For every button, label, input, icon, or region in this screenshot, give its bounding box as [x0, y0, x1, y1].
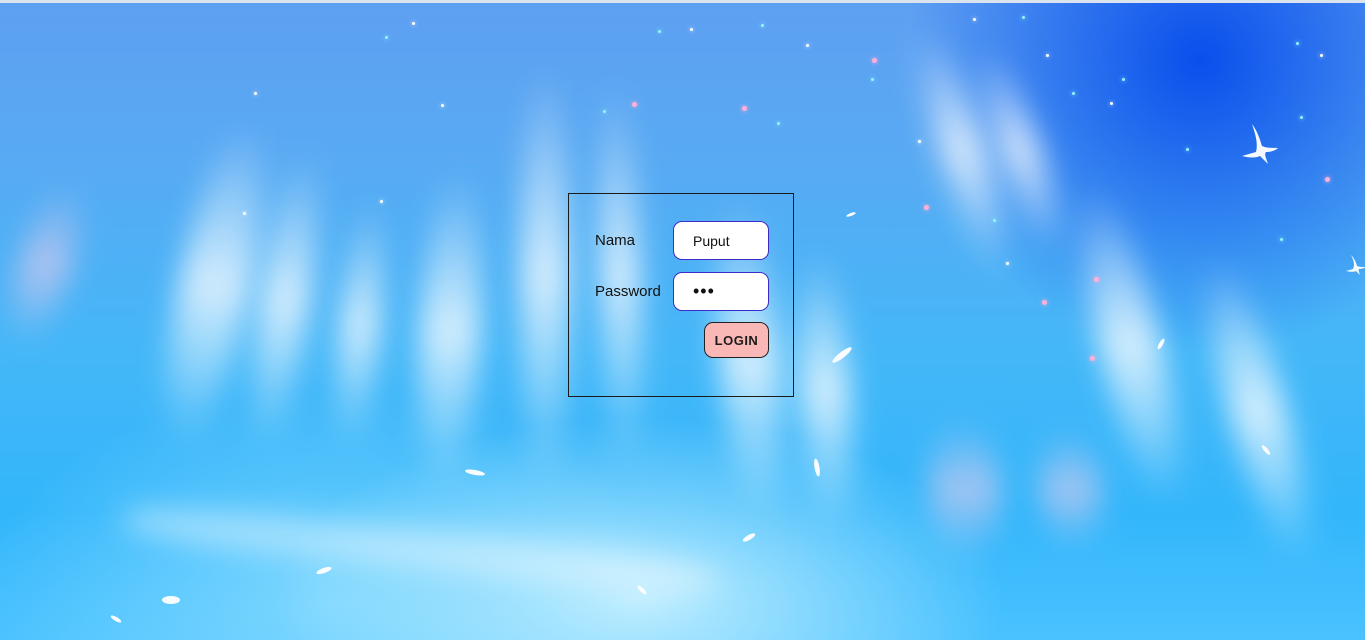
star [441, 104, 444, 107]
star [658, 30, 661, 33]
star [806, 44, 809, 47]
aurora-background: Nama Password LOGIN [0, 0, 1365, 640]
star [1320, 54, 1323, 57]
aurora-ray [922, 416, 1008, 564]
aurora-ray [1186, 248, 1329, 572]
star [1046, 54, 1049, 57]
star [918, 140, 921, 143]
star [1022, 16, 1025, 19]
star [243, 212, 246, 215]
star [1072, 92, 1075, 95]
star [603, 110, 606, 113]
star [742, 106, 747, 111]
aurora-ray [520, 60, 570, 490]
aurora-ray [411, 168, 489, 492]
petal [845, 211, 857, 218]
star [1296, 42, 1299, 45]
bird-icon [1242, 124, 1278, 164]
star [924, 205, 929, 210]
star [872, 58, 877, 63]
star [973, 18, 976, 21]
star [871, 78, 874, 81]
star [632, 102, 637, 107]
aurora-ray [0, 176, 96, 354]
star [1006, 262, 1009, 265]
star [1300, 116, 1303, 119]
aurora-ray [1033, 427, 1107, 553]
name-label: Nama [595, 232, 636, 249]
bird-icon [1346, 255, 1365, 275]
star [1122, 78, 1125, 81]
star [690, 28, 693, 31]
petal [162, 596, 180, 604]
star [993, 219, 996, 222]
star [254, 92, 257, 95]
name-input[interactable] [673, 221, 769, 260]
star [1280, 238, 1283, 241]
star [1090, 356, 1095, 361]
password-input[interactable] [673, 272, 769, 311]
password-label: Password [595, 283, 661, 300]
aurora-ray [790, 248, 860, 532]
star [385, 36, 388, 39]
star [380, 200, 383, 203]
login-form: Nama Password LOGIN [568, 193, 794, 397]
aurora-ray [118, 488, 722, 612]
star [1094, 277, 1099, 282]
aurora-ray [329, 198, 391, 452]
star [412, 22, 415, 25]
petal [741, 531, 757, 544]
star [1042, 300, 1047, 305]
star [1325, 177, 1330, 182]
star [761, 24, 764, 27]
top-border [0, 0, 1365, 3]
login-button[interactable]: LOGIN [704, 322, 769, 358]
star [777, 122, 780, 125]
petal [109, 614, 123, 624]
star [1110, 102, 1113, 105]
petal [464, 468, 486, 477]
star [1186, 148, 1189, 151]
